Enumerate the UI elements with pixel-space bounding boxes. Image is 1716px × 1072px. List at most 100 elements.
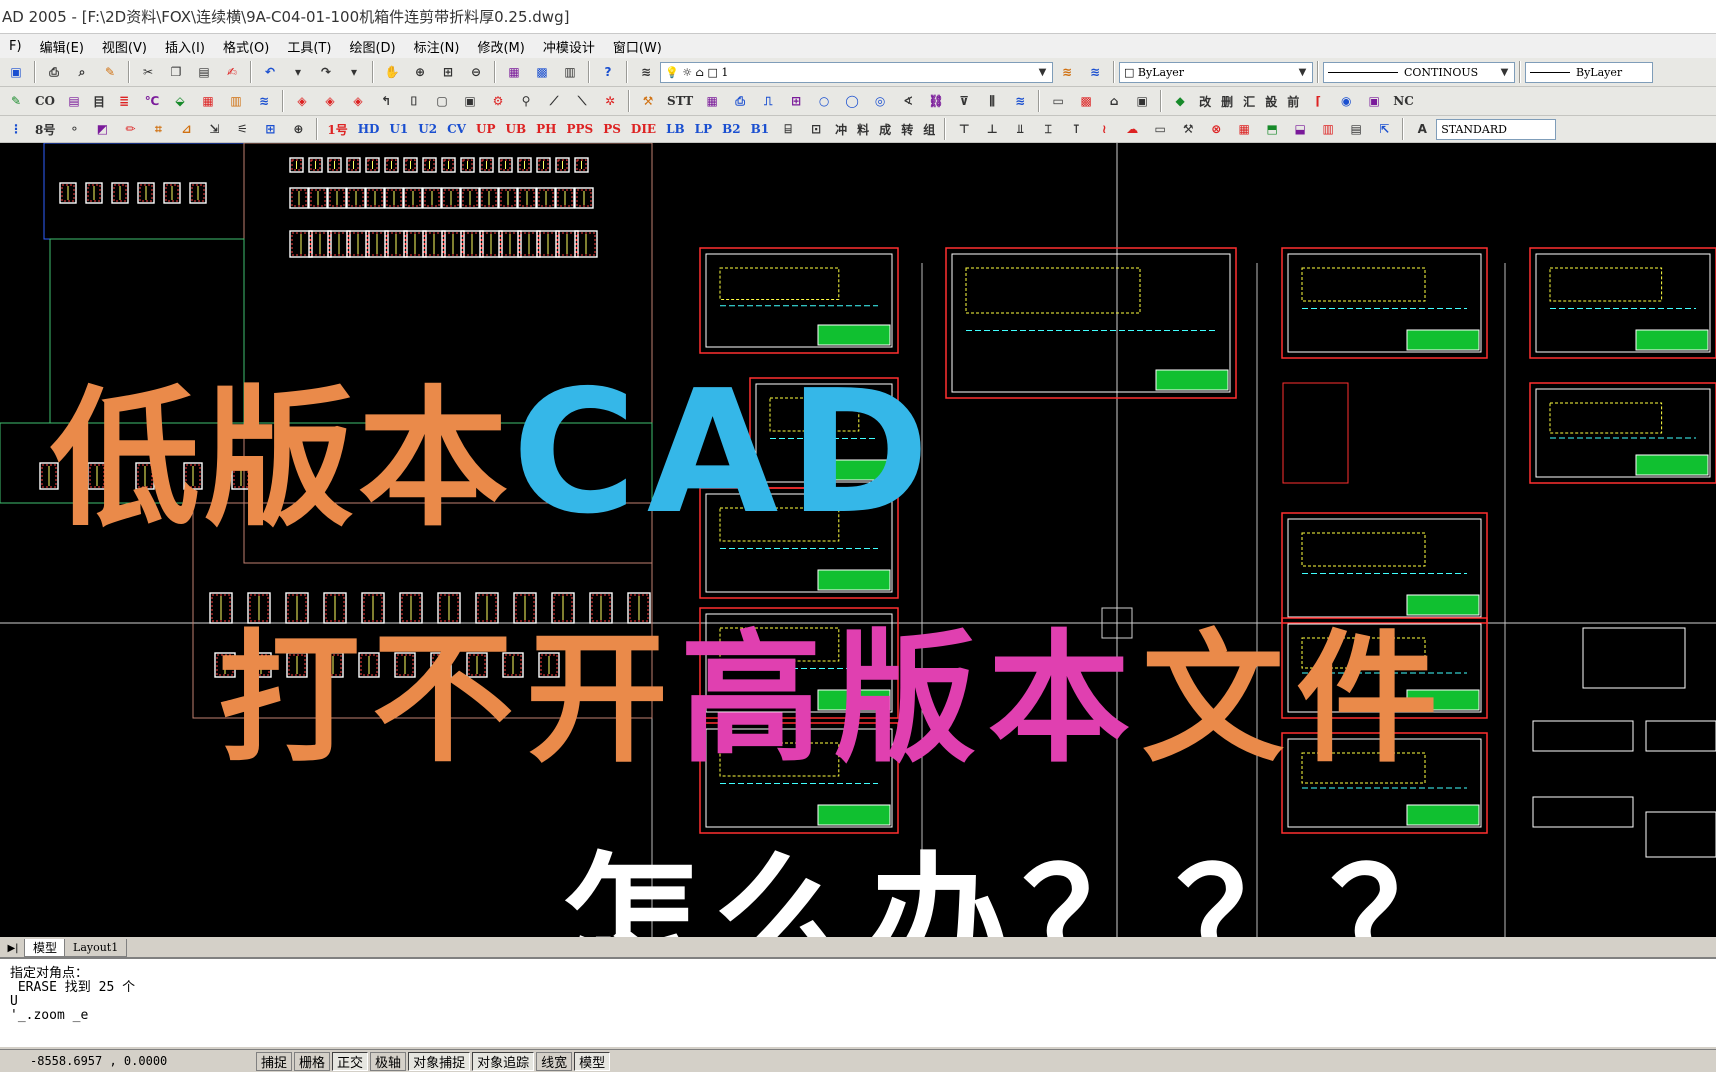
ortho-toggle[interactable]: 正交	[332, 1051, 369, 1071]
redo-icon[interactable]: ↷	[314, 61, 338, 83]
chart-icon[interactable]: ▥	[1316, 118, 1340, 140]
toolbar-button-hui[interactable]: 汇	[1240, 90, 1258, 112]
redo-dropdown-icon[interactable]: ▾	[342, 61, 366, 83]
toolbar-button-die[interactable]: DIE	[628, 118, 659, 140]
guide-post-icon[interactable]: ⫫	[1008, 118, 1032, 140]
menu-insert[interactable]: 插入(I)	[156, 37, 214, 56]
menu-file[interactable]: F)	[0, 39, 31, 54]
toolbar-button-cheng[interactable]: 成	[876, 118, 894, 140]
export-icon[interactable]: ⇱	[1372, 118, 1396, 140]
undo-dropdown-icon[interactable]: ▾	[286, 61, 310, 83]
tab-model[interactable]: 模型	[24, 939, 67, 957]
form-icon[interactable]: ▤	[1344, 118, 1368, 140]
snap-toggle[interactable]: 捕捉	[256, 1051, 293, 1071]
gear-icon[interactable]: ⚙	[486, 90, 510, 112]
save-icon[interactable]: ▣	[4, 61, 28, 83]
text-style-icon[interactable]: A	[1410, 118, 1434, 140]
toolbar-button-qian[interactable]: 前	[1284, 90, 1302, 112]
pin-icon[interactable]: ⚲	[514, 90, 538, 112]
plate-icon[interactable]: ▭	[1148, 118, 1172, 140]
brush-icon[interactable]: ⚟	[230, 118, 254, 140]
pan-icon[interactable]: ✋	[380, 61, 404, 83]
frame-square-icon[interactable]: ▣	[1362, 90, 1386, 112]
menu-format[interactable]: 格式(O)	[214, 37, 278, 56]
lineweight-combo[interactable]: ByLayer	[1525, 61, 1653, 83]
pilot-icon[interactable]: ⊥	[980, 118, 1004, 140]
menu-edit[interactable]: 编辑(E)	[31, 37, 93, 56]
punch-icon-2[interactable]: ◈	[318, 90, 342, 112]
make-layer-current-icon[interactable]: ≋	[1055, 61, 1079, 83]
toolbar-button-shan[interactable]: 删	[1218, 90, 1236, 112]
linetype-combo[interactable]: CONTINOUS ▼	[1323, 61, 1515, 83]
tool-palettes-icon[interactable]: ▥	[558, 61, 582, 83]
menu-tools[interactable]: 工具(T)	[278, 37, 340, 56]
filter-icon[interactable]: ⊽	[952, 90, 976, 112]
snap-grid-icon[interactable]: ⋮	[4, 118, 28, 140]
grid-tool-icon[interactable]: ▦	[1232, 118, 1256, 140]
slope-icon[interactable]: ⟋	[542, 90, 566, 112]
toolbar-button-stt[interactable]: STT	[664, 90, 696, 112]
toolbar-button-ph[interactable]: PH	[533, 118, 559, 140]
table-grid-icon[interactable]: ⊞	[258, 118, 282, 140]
bolt-icon[interactable]: ⚒	[636, 90, 660, 112]
folder-open-icon[interactable]: ⌗	[146, 118, 170, 140]
stamp-icon[interactable]: ⌸	[776, 118, 800, 140]
wheel-icon[interactable]: ⊗	[1204, 118, 1228, 140]
box-icon[interactable]: ▭	[1046, 90, 1070, 112]
ring-icon[interactable]: ◎	[868, 90, 892, 112]
menu-view[interactable]: 视图(V)	[93, 37, 156, 56]
model-toggle[interactable]: 模型	[574, 1051, 611, 1071]
tab-scroll-icon[interactable]: ▶|	[0, 939, 26, 957]
toolbar-button-hd[interactable]: HD	[355, 118, 383, 140]
toolbar-button-nc[interactable]: NC	[1390, 90, 1417, 112]
undo-icon[interactable]: ↶	[258, 61, 282, 83]
stripper-icon[interactable]: ⌶	[1036, 118, 1060, 140]
angle-icon[interactable]: ∢	[896, 90, 920, 112]
menu-draw[interactable]: 绘图(D)	[340, 37, 404, 56]
bracket-icon[interactable]: ⌷	[402, 90, 426, 112]
layer-manager-icon[interactable]: ≋	[634, 61, 658, 83]
menu-dimension[interactable]: 标注(N)	[405, 37, 469, 56]
polar-toggle[interactable]: 极轴	[370, 1051, 407, 1071]
center-mark-icon[interactable]: ⊕	[286, 118, 310, 140]
tag-icon[interactable]: ◆	[1168, 90, 1192, 112]
color-grid-icon[interactable]: ▦	[196, 90, 220, 112]
lp-tool-icon[interactable]: ⊺	[1064, 118, 1088, 140]
corner-icon[interactable]: ⌈	[1306, 90, 1330, 112]
publish-icon[interactable]: ✎	[98, 61, 122, 83]
zoom-previous-icon[interactable]: ⊖	[464, 61, 488, 83]
menu-window[interactable]: 窗口(W)	[604, 37, 671, 56]
scale-icon[interactable]: ⊿	[174, 118, 198, 140]
toolbar-button-up[interactable]: UP	[473, 118, 499, 140]
lineweight-toggle[interactable]: 线宽	[536, 1051, 573, 1071]
open-drawing-icon[interactable]: ✎	[4, 90, 28, 112]
design-center-icon[interactable]: ▩	[530, 61, 554, 83]
toolbar-button-u1[interactable]: U1	[386, 118, 411, 140]
toolbar-button-lp[interactable]: LP	[692, 118, 715, 140]
toolbar-button-zhuan[interactable]: 转	[898, 118, 916, 140]
toolbar-button-mu[interactable]: 目	[90, 90, 108, 112]
toolbar-button-she[interactable]: 設	[1262, 90, 1280, 112]
layer-previous-icon[interactable]: ≋	[1083, 61, 1107, 83]
zoom-realtime-icon[interactable]: ⊕	[408, 61, 432, 83]
print-preview-icon[interactable]: ⌕	[70, 61, 94, 83]
ellipse-icon[interactable]: ◯	[840, 90, 864, 112]
dimension-tool-icon[interactable]: ⬓	[1288, 118, 1312, 140]
layers-stack-icon[interactable]: ≋	[252, 90, 276, 112]
grid-icon[interactable]: ▦	[700, 90, 724, 112]
pencil-icon[interactable]: ✏	[118, 118, 142, 140]
spacer-icon[interactable]: ⊡	[804, 118, 828, 140]
toolbar-button-b2[interactable]: B2	[719, 118, 744, 140]
layer-combo[interactable]: 💡 ☼ ⌂ □ 1 ▼	[660, 61, 1053, 83]
otrack-toggle[interactable]: 对象追踪	[472, 1051, 535, 1071]
zoom-window-icon[interactable]: ⊞	[436, 61, 460, 83]
toolbar-button-8[interactable]: 8号	[32, 118, 58, 140]
paste-icon[interactable]: ▤	[192, 61, 216, 83]
toolbar-button-lb[interactable]: LB	[663, 118, 688, 140]
cloud-icon[interactable]: ☁	[1120, 118, 1144, 140]
menu-die-design[interactable]: 冲模设计	[534, 37, 604, 56]
toolbar-button-b1[interactable]: B1	[748, 118, 773, 140]
help-icon[interactable]: ?	[596, 61, 620, 83]
command-line[interactable]: 指定对角点： ERASE 找到 25 个 U '_.zoom _e	[0, 957, 1716, 1047]
chain-icon[interactable]: ⛓	[924, 90, 948, 112]
